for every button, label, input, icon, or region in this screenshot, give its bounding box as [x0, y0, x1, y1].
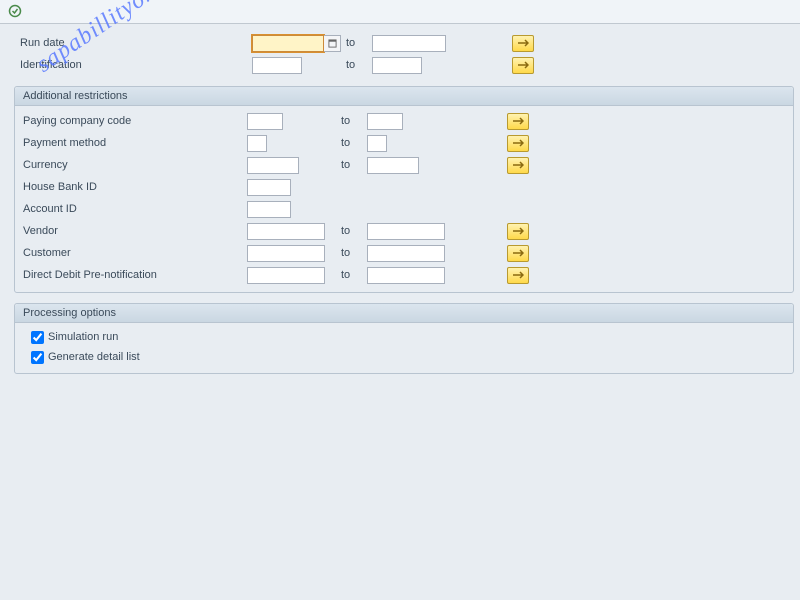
- to-label: to: [342, 59, 372, 71]
- customer-to-input[interactable]: [367, 245, 445, 262]
- to-label: to: [342, 37, 372, 49]
- currency-label: Currency: [23, 159, 247, 171]
- multiple-selection-button[interactable]: [507, 113, 529, 130]
- run-date-from-input[interactable]: [252, 35, 324, 52]
- to-label: to: [337, 115, 367, 127]
- customer-label: Customer: [23, 247, 247, 259]
- processing-options-group: Processing options Simulation run Genera…: [14, 303, 794, 374]
- direct-debit-label: Direct Debit Pre-notification: [23, 269, 247, 281]
- simulation-run-label: Simulation run: [48, 331, 118, 343]
- payment-method-label: Payment method: [23, 137, 247, 149]
- payment-method-to-input[interactable]: [367, 135, 387, 152]
- run-date-to-input[interactable]: [372, 35, 446, 52]
- currency-to-input[interactable]: [367, 157, 419, 174]
- house-bank-id-label: House Bank ID: [23, 181, 247, 193]
- selection-screen: Run date to Identification to: [0, 24, 800, 76]
- to-label: to: [337, 269, 367, 281]
- account-id-input[interactable]: [247, 201, 291, 218]
- generate-detail-list-label: Generate detail list: [48, 351, 140, 363]
- multiple-selection-button[interactable]: [507, 135, 529, 152]
- to-label: to: [337, 137, 367, 149]
- direct-debit-to-input[interactable]: [367, 267, 445, 284]
- to-label: to: [337, 159, 367, 171]
- multiple-selection-button[interactable]: [507, 245, 529, 262]
- application-toolbar: [0, 0, 800, 24]
- identification-label: Identification: [20, 59, 252, 71]
- multiple-selection-button[interactable]: [507, 223, 529, 240]
- identification-to-input[interactable]: [372, 57, 422, 74]
- vendor-label: Vendor: [23, 225, 247, 237]
- group-title: Additional restrictions: [15, 87, 793, 106]
- customer-from-input[interactable]: [247, 245, 325, 262]
- vendor-to-input[interactable]: [367, 223, 445, 240]
- identification-from-input[interactable]: [252, 57, 302, 74]
- additional-restrictions-group: Additional restrictions Paying company c…: [14, 86, 794, 293]
- execute-icon[interactable]: [8, 4, 22, 18]
- payment-method-from-input[interactable]: [247, 135, 267, 152]
- generate-detail-list-checkbox[interactable]: [31, 351, 44, 364]
- group-title: Processing options: [15, 304, 793, 323]
- multiple-selection-button[interactable]: [507, 267, 529, 284]
- paying-company-to-input[interactable]: [367, 113, 403, 130]
- multiple-selection-button[interactable]: [512, 57, 534, 74]
- house-bank-id-input[interactable]: [247, 179, 291, 196]
- direct-debit-from-input[interactable]: [247, 267, 325, 284]
- multiple-selection-button[interactable]: [512, 35, 534, 52]
- currency-from-input[interactable]: [247, 157, 299, 174]
- f4-help-button[interactable]: [324, 35, 341, 52]
- multiple-selection-button[interactable]: [507, 157, 529, 174]
- paying-company-from-input[interactable]: [247, 113, 283, 130]
- run-date-label: Run date: [20, 37, 252, 49]
- account-id-label: Account ID: [23, 203, 247, 215]
- vendor-from-input[interactable]: [247, 223, 325, 240]
- to-label: to: [337, 225, 367, 237]
- paying-company-code-label: Paying company code: [23, 115, 247, 127]
- to-label: to: [337, 247, 367, 259]
- simulation-run-checkbox[interactable]: [31, 331, 44, 344]
